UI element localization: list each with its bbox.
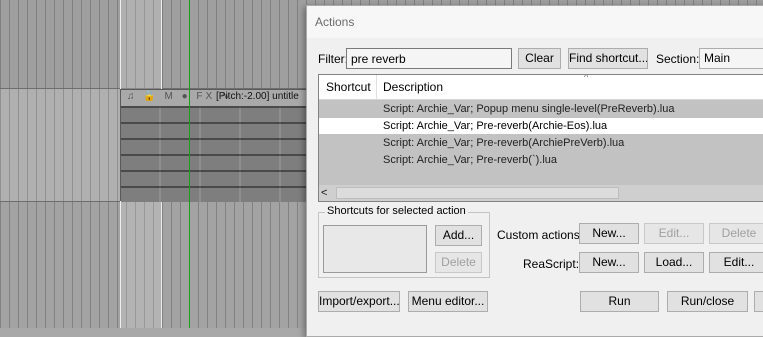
list-item-description: Script: Archie_Var; Pre-reverb(`).lua (383, 154, 558, 166)
clear-button[interactable]: Clear (518, 48, 561, 69)
add-shortcut-button[interactable]: Add... (435, 225, 482, 246)
import-export-button[interactable]: Import/export... (318, 291, 400, 312)
media-item-header: ♫ 🔒 M ● FX ∿ [Pitch:-2.00] untitle (121, 90, 309, 106)
custom-actions-label: Custom actions: (497, 228, 584, 242)
close-button[interactable] (754, 291, 763, 312)
list-item[interactable]: Script: Archie_Var; Pre-reverb(ArchiePre… (319, 135, 763, 151)
custom-action-new-button[interactable]: New... (579, 223, 639, 244)
column-header-shortcut[interactable]: Shortcut (319, 75, 377, 99)
reascript-edit-button[interactable]: Edit... (709, 252, 763, 273)
custom-action-edit-button[interactable]: Edit... (644, 223, 704, 244)
list-item-description: Script: Archie_Var; Pre-reverb(Archie-Eo… (383, 120, 608, 132)
sort-ascending-icon: ^ (584, 74, 589, 82)
reascript-new-button[interactable]: New... (579, 252, 639, 273)
shortcut-list[interactable] (323, 225, 427, 273)
item-take-name: [Pitch:-2.00] untitle (216, 91, 299, 102)
reascript-label: ReaScript: (523, 257, 580, 271)
list-item-description: Script: Archie_Var; Pre-reverb(ArchiePre… (383, 137, 625, 149)
list-header: Shortcut Description ^ (319, 75, 763, 100)
section-select[interactable]: Main (699, 48, 763, 69)
menu-editor-button[interactable]: Menu editor... (408, 291, 488, 312)
reascript-load-button[interactable]: Load... (644, 252, 704, 273)
list-item[interactable]: Script: Archie_Var; Pre-reverb(Archie-Eo… (319, 118, 763, 134)
actions-dialog: Actions Filter: Clear Find shortcut... S… (306, 5, 763, 337)
section-label: Section: (656, 52, 700, 66)
list-item-description: Script: Archie_Var; Popup menu single-le… (383, 103, 675, 115)
filter-label: Filter: (318, 52, 348, 66)
edit-cursor (189, 0, 190, 328)
horizontal-scrollbar[interactable]: < (319, 185, 763, 201)
column-header-description[interactable]: Description (383, 80, 443, 94)
shortcuts-group: Shortcuts for selected action Add... Del… (318, 205, 490, 278)
list-item[interactable]: Script: Archie_Var; Popup menu single-le… (319, 101, 763, 117)
dialog-titlebar[interactable]: Actions (307, 6, 763, 38)
scrollbar-thumb[interactable] (336, 187, 619, 199)
shortcuts-group-label: Shortcuts for selected action (325, 205, 468, 217)
scroll-left-icon[interactable]: < (321, 185, 327, 201)
delete-shortcut-button[interactable]: Delete (435, 252, 482, 273)
action-list[interactable]: Shortcut Description ^ Script: Archie_Va… (318, 74, 763, 202)
run-close-button[interactable]: Run/close (667, 291, 748, 312)
find-shortcut-button[interactable]: Find shortcut... (568, 48, 648, 69)
dialog-title: Actions (315, 15, 355, 29)
media-item[interactable]: ♫ 🔒 M ● FX ∿ [Pitch:-2.00] untitle (120, 89, 310, 202)
list-item[interactable]: Script: Archie_Var; Pre-reverb(`).lua (319, 152, 763, 168)
filter-input[interactable] (346, 48, 512, 69)
custom-action-delete-button[interactable]: Delete (709, 223, 763, 244)
midi-notes[interactable] (121, 106, 309, 202)
run-button[interactable]: Run (580, 291, 659, 312)
